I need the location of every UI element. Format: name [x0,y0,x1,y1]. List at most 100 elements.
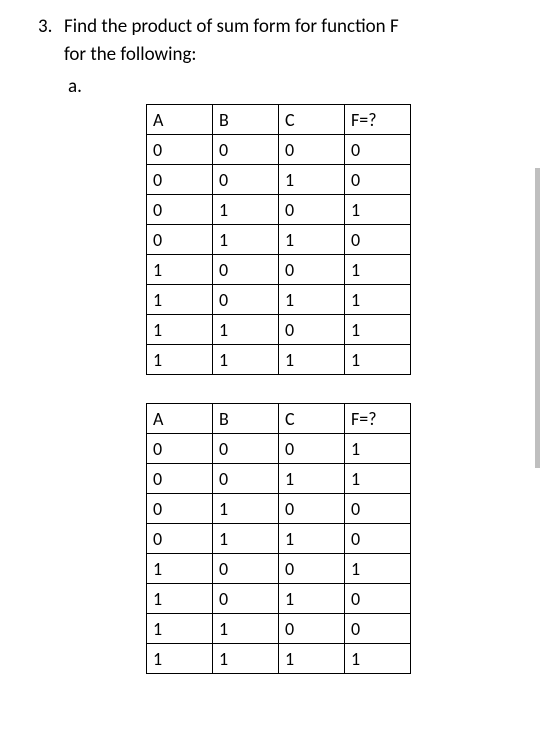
truth-table-1: A B C F=? 0000 0010 0101 0110 1001 1011 … [146,104,411,375]
cell: 1 [345,464,411,494]
table-row: 1001 [147,554,411,584]
table-row: 0110 [147,225,411,255]
cell: 0 [279,434,345,464]
table-row: 0001 [147,434,411,464]
table-row: 1001 [147,255,411,285]
cell: 1 [279,464,345,494]
cell: 0 [345,524,411,554]
cell: 1 [345,554,411,584]
cell: 1 [213,315,279,345]
table-row: 0110 [147,524,411,554]
cell: 0 [147,225,213,255]
col-header-C: C [279,404,345,434]
page: 3.Find the product of sum form for funct… [0,0,540,674]
cell: 0 [147,464,213,494]
cell: 1 [213,644,279,674]
cell: 0 [147,494,213,524]
cell: 0 [147,524,213,554]
question-line-2: for the following: [38,42,520,68]
cell: 0 [279,315,345,345]
cell: 1 [345,255,411,285]
cell: 0 [213,255,279,285]
cell: 1 [213,225,279,255]
col-header-F: F=? [345,404,411,434]
cell: 1 [279,524,345,554]
cell: 1 [345,345,411,375]
cell: 0 [279,255,345,285]
cell: 1 [213,494,279,524]
question-line-1: 3.Find the product of sum form for funct… [38,14,520,40]
cell: 1 [345,285,411,315]
cell: 1 [147,255,213,285]
cell: 0 [279,554,345,584]
cell: 0 [345,614,411,644]
col-header-B: B [213,105,279,135]
cell: 1 [345,315,411,345]
cell: 1 [213,614,279,644]
cell: 1 [213,345,279,375]
cell: 0 [279,195,345,225]
cell: 1 [147,614,213,644]
cell: 0 [213,285,279,315]
cell: 1 [345,195,411,225]
cell: 0 [213,434,279,464]
cell: 0 [213,165,279,195]
cell: 0 [279,135,345,165]
cell: 0 [345,165,411,195]
cell: 1 [279,644,345,674]
table-row: 0000 [147,135,411,165]
truth-table-2: A B C F=? 0001 0011 0100 0110 1001 1010 … [146,403,411,674]
cell: 1 [345,644,411,674]
table-row: 1111 [147,345,411,375]
question-number: 3. [38,14,64,40]
cell: 0 [213,464,279,494]
tables-container: A B C F=? 0000 0010 0101 0110 1001 1011 … [38,104,520,674]
table-row: 0101 [147,195,411,225]
cell: 0 [345,494,411,524]
col-header-A: A [147,105,213,135]
subpart-label: a. [38,75,520,98]
table-row: 1111 [147,644,411,674]
cell: 0 [279,614,345,644]
table-row: 1101 [147,315,411,345]
cell: 1 [213,195,279,225]
cell: 1 [147,644,213,674]
cell: 1 [279,285,345,315]
col-header-A: A [147,404,213,434]
table-header-row: A B C F=? [147,404,411,434]
table-row: 0010 [147,165,411,195]
cell: 0 [213,584,279,614]
table-row: 1010 [147,584,411,614]
cell: 1 [147,554,213,584]
cell: 0 [147,165,213,195]
cell: 0 [345,135,411,165]
scrollbar-thumb[interactable] [535,168,540,468]
cell: 0 [147,195,213,225]
col-header-C: C [279,105,345,135]
table-row: 0100 [147,494,411,524]
cell: 1 [345,434,411,464]
col-header-B: B [213,404,279,434]
cell: 1 [147,315,213,345]
cell: 0 [147,434,213,464]
table-row: 0011 [147,464,411,494]
cell: 1 [279,345,345,375]
col-header-F: F=? [345,105,411,135]
cell: 1 [147,285,213,315]
cell: 1 [279,225,345,255]
cell: 0 [345,584,411,614]
cell: 1 [147,584,213,614]
cell: 0 [147,135,213,165]
cell: 1 [279,165,345,195]
cell: 1 [213,524,279,554]
cell: 1 [279,584,345,614]
table-row: 1011 [147,285,411,315]
cell: 0 [279,494,345,524]
cell: 0 [345,225,411,255]
question-text-1: Find the product of sum form for functio… [64,15,399,38]
cell: 1 [147,345,213,375]
cell: 0 [213,135,279,165]
table-header-row: A B C F=? [147,105,411,135]
table-row: 1100 [147,614,411,644]
cell: 0 [213,554,279,584]
